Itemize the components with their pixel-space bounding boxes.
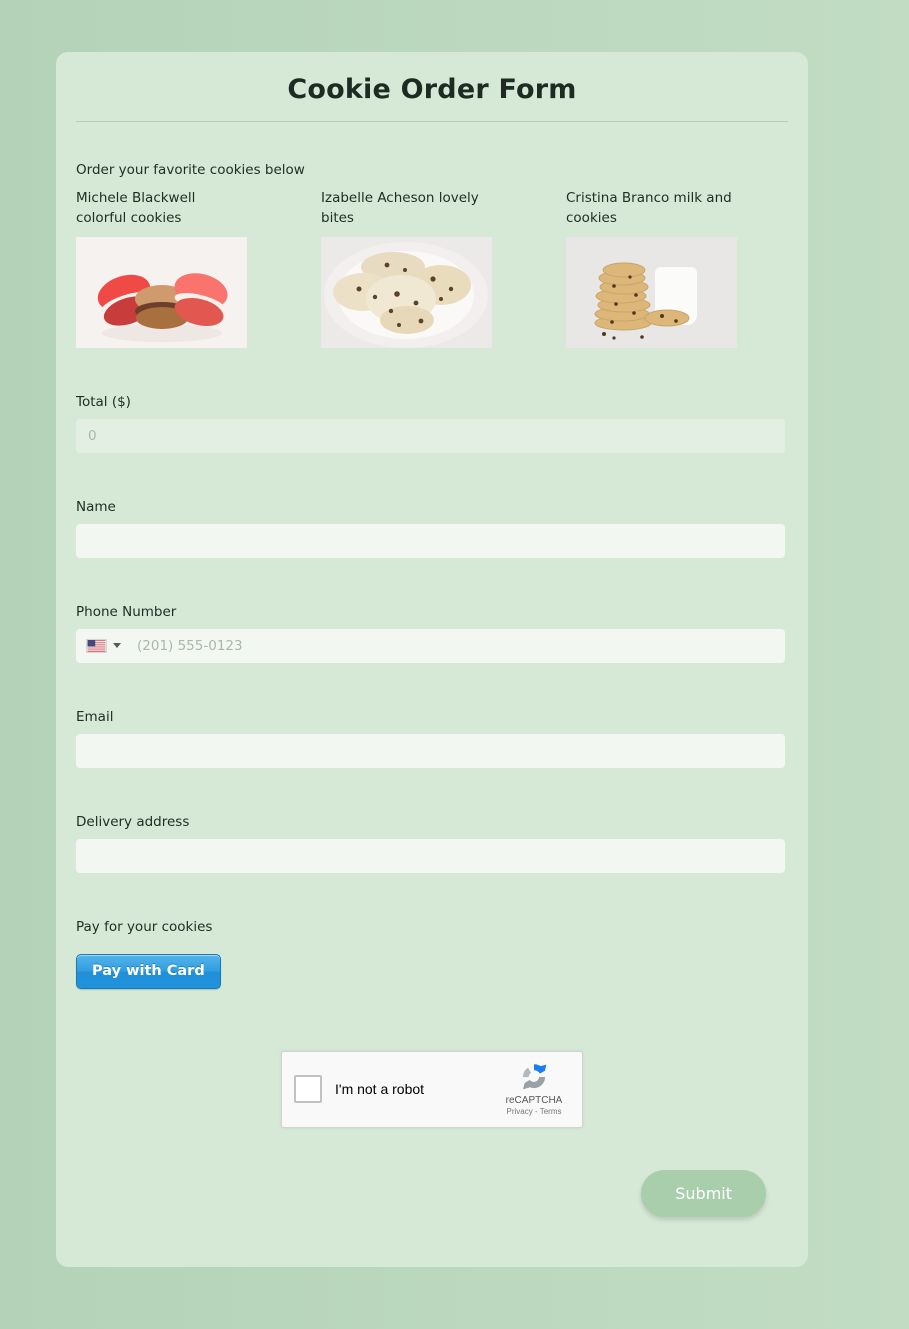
total-input[interactable] — [76, 418, 785, 453]
address-field-block: Delivery address — [76, 814, 788, 873]
product-item: Michele Blackwell colorful cookies — [76, 188, 247, 348]
phone-field-block: Phone Number — [76, 604, 788, 663]
phone-label: Phone Number — [76, 603, 177, 620]
form-body: Order your favorite cookies below Michel… — [56, 162, 808, 1217]
product-item: Cristina Branco milk and cookies — [566, 188, 737, 348]
name-field-block: Name — [76, 499, 788, 558]
name-input[interactable] — [76, 523, 785, 558]
product-name: Cristina Branco milk and cookies — [566, 190, 732, 227]
pay-with-card-button[interactable]: Pay with Card — [76, 953, 221, 989]
country-code-select[interactable] — [86, 638, 129, 653]
cookie-stack-with-milk-photo — [566, 236, 737, 348]
email-field-block: Email — [76, 709, 788, 768]
recaptcha-privacy-terms[interactable]: Privacy - Terms — [496, 1107, 572, 1116]
product-item: Izabelle Acheson lovely bites — [321, 188, 492, 348]
us-flag-icon — [86, 638, 107, 653]
red-macarons-photo — [76, 236, 247, 348]
email-label: Email — [76, 708, 114, 725]
recaptcha-widget[interactable]: I'm not a robot reCAPTCHA Privacy - Term… — [281, 1050, 583, 1128]
recaptcha-area: I'm not a robot reCAPTCHA Privacy - Term… — [76, 1050, 788, 1128]
products-section-label: Order your favorite cookies below — [76, 162, 305, 178]
title-divider — [76, 121, 788, 122]
total-field-block: Total ($) — [76, 394, 788, 453]
address-label: Delivery address — [76, 813, 190, 830]
phone-input[interactable] — [129, 636, 785, 655]
cookie-order-form-card: Cookie Order Form Order your favorite co… — [56, 52, 808, 1267]
submit-row: Submit — [76, 1169, 788, 1217]
product-name: Michele Blackwell colorful cookies — [76, 190, 196, 227]
recaptcha-logo-icon — [522, 1063, 547, 1089]
recaptcha-label: I'm not a robot — [335, 1081, 425, 1097]
submit-button[interactable]: Submit — [641, 1169, 766, 1217]
name-label: Name — [76, 498, 116, 515]
recaptcha-checkbox[interactable] — [294, 1075, 322, 1103]
phone-input-group — [76, 628, 785, 663]
product-list: Michele Blackwell colorful cookies Izabe… — [76, 188, 788, 348]
chevron-down-icon — [113, 643, 121, 648]
payment-label: Pay for your cookies — [76, 918, 213, 935]
page-title: Cookie Order Form — [287, 74, 577, 105]
payment-block: Pay for your cookies Pay with Card — [76, 919, 788, 989]
recaptcha-branding: reCAPTCHA Privacy - Terms — [496, 1060, 572, 1116]
total-label: Total ($) — [76, 393, 131, 410]
email-input[interactable] — [76, 733, 785, 768]
recaptcha-brand-name: reCAPTCHA — [505, 1094, 563, 1106]
address-input[interactable] — [76, 838, 785, 873]
chocolate-chip-cookies-plate-photo — [321, 236, 492, 348]
product-name: Izabelle Acheson lovely bites — [321, 190, 479, 227]
